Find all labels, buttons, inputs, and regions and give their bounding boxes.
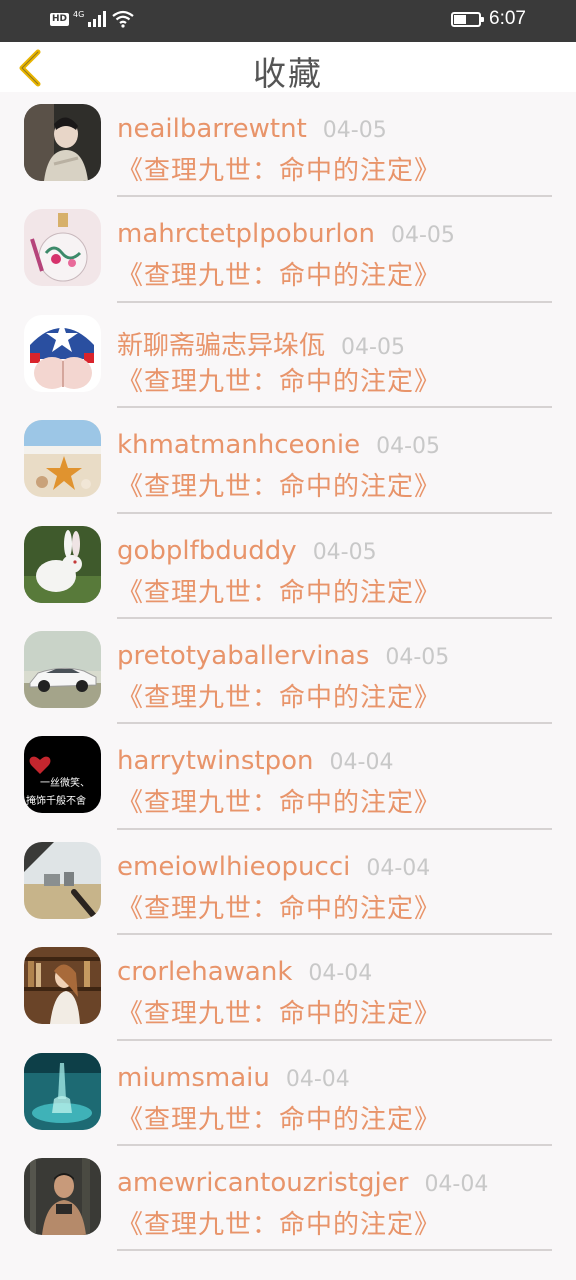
list-item[interactable]: khmatmanhceonie 04-05 《查理九世：命中的注定》	[0, 408, 576, 514]
favorite-date: 04-04	[366, 855, 431, 881]
avatar-caption: 掩饰千般不舍	[26, 794, 86, 807]
book-title[interactable]: 《查理九世：命中的注定》	[117, 466, 441, 503]
favorite-date: 04-04	[329, 750, 394, 776]
list-item[interactable]: 新聊斋骗志异垛佤 04-05 《查理九世：命中的注定》	[0, 303, 576, 409]
avatar-image	[24, 420, 101, 498]
battery-icon	[451, 11, 485, 27]
name-row: emeiowlhieopucci 04-04	[117, 852, 430, 882]
signal-icon	[88, 11, 107, 27]
list-item[interactable]: amewricantouzristgjer 04-04 《查理九世：命中的注定》	[0, 1146, 576, 1252]
network-type-label: 4G	[73, 9, 85, 19]
favorite-date: 04-05	[322, 118, 387, 143]
avatar-image	[24, 525, 101, 603]
book-title[interactable]: 《查理九世：命中的注定》	[117, 255, 441, 292]
avatar[interactable]	[24, 209, 101, 287]
avatar-image	[24, 104, 101, 181]
avatar-image	[24, 947, 101, 1025]
avatar-image	[24, 209, 101, 287]
list-item[interactable]: mahrctetplpoburlon 04-05 《查理九世：命中的注定》	[0, 197, 576, 303]
list-item[interactable]: crorlehawank 04-04 《查理九世：命中的注定》	[0, 935, 576, 1041]
avatar[interactable]	[24, 314, 101, 392]
avatar-image	[24, 1052, 101, 1130]
avatar[interactable]: 一丝微笑、掩饰千般不舍	[24, 736, 101, 814]
favorite-date: 04-04	[308, 961, 373, 987]
avatar-image	[24, 841, 101, 919]
list-item[interactable]: neailbarrewtnt 04-05 《查理九世：命中的注定》	[0, 92, 576, 198]
book-title[interactable]: 《查理九世：命中的注定》	[117, 677, 441, 714]
user-name[interactable]: amewricantouzristgjer	[117, 1168, 408, 1198]
battery-level	[454, 14, 466, 24]
book-title[interactable]: 《查理九世：命中的注定》	[117, 1099, 441, 1136]
favorite-date: 04-05	[312, 539, 377, 565]
avatar[interactable]	[24, 420, 101, 498]
favorite-date: 04-05	[385, 644, 450, 670]
favorites-list[interactable]: neailbarrewtnt 04-05 《查理九世：命中的注定》 mahrctetp…	[0, 92, 576, 1280]
avatar[interactable]	[24, 1052, 101, 1130]
favorite-date: 04-05	[341, 334, 405, 360]
book-title[interactable]: 《查理九世：命中的注定》	[117, 361, 441, 398]
avatar-caption: 一丝微笑、	[40, 776, 90, 789]
user-name[interactable]: mahrctetplpoburlon	[117, 219, 375, 249]
name-row: harrytwinstpon 04-04	[117, 746, 393, 776]
name-row: amewricantouzristgjer 04-04	[117, 1168, 488, 1198]
name-row: pretotyaballervinas 04-05	[117, 641, 449, 671]
name-row: 新聊斋骗志异垛佤 04-05	[117, 325, 405, 362]
book-title[interactable]: 《查理九世：命中的注定》	[117, 993, 441, 1030]
favorite-date: 04-04	[424, 1171, 489, 1197]
avatar[interactable]	[24, 947, 101, 1025]
avatar[interactable]	[24, 630, 101, 708]
list-item[interactable]: pretotyaballervinas 04-05 《查理九世：命中的注定》	[0, 619, 576, 725]
user-name[interactable]: harrytwinstpon	[117, 746, 314, 776]
book-title[interactable]: 《查理九世：命中的注定》	[117, 888, 441, 925]
favorite-date: 04-04	[285, 1066, 350, 1092]
book-title[interactable]: 《查理九世：命中的注定》	[117, 572, 441, 609]
user-name[interactable]: pretotyaballervinas	[117, 641, 369, 671]
status-bar: HD 4G 6:07	[0, 0, 576, 42]
name-row: miumsmaiu 04-04	[117, 1063, 350, 1093]
favorite-date: 04-05	[390, 223, 455, 249]
avatar-image	[24, 1157, 101, 1235]
avatar-image	[24, 630, 101, 708]
avatar-image: 一丝微笑、掩饰千般不舍	[24, 736, 101, 814]
name-row: gobplfbduddy 04-05	[117, 536, 377, 566]
avatar[interactable]	[24, 841, 101, 919]
book-title[interactable]: 《查理九世：命中的注定》	[117, 1204, 441, 1241]
user-name[interactable]: gobplfbduddy	[117, 536, 297, 566]
divider	[117, 1249, 552, 1252]
favorite-date: 04-05	[376, 434, 441, 460]
avatar-image	[24, 314, 101, 392]
header: 收藏	[0, 42, 576, 93]
page-title: 收藏	[253, 54, 323, 93]
avatar[interactable]	[24, 104, 101, 181]
user-name[interactable]: miumsmaiu	[117, 1063, 270, 1093]
list-item[interactable]: miumsmaiu 04-04 《查理九世：命中的注定》	[0, 1041, 576, 1146]
clock: 6:07	[489, 8, 526, 29]
book-title[interactable]: 《查理九世：命中的注定》	[117, 782, 441, 819]
hd-icon: HD	[50, 12, 70, 26]
user-name[interactable]: neailbarrewtnt	[117, 114, 307, 144]
status-right: 6:07	[451, 8, 526, 30]
name-row: mahrctetplpoburlon 04-05	[117, 219, 455, 249]
user-name[interactable]: crorlehawank	[117, 957, 292, 987]
wifi-icon	[112, 10, 134, 28]
list-item[interactable]: emeiowlhieopucci 04-04 《查理九世：命中的注定》	[0, 830, 576, 936]
avatar[interactable]	[24, 525, 101, 603]
user-name[interactable]: khmatmanhceonie	[117, 430, 360, 460]
user-name[interactable]: emeiowlhieopucci	[117, 852, 350, 882]
name-row: neailbarrewtnt 04-05	[117, 114, 387, 144]
list-item[interactable]: gobplfbduddy 04-05 《查理九世：命中的注定》	[0, 514, 576, 619]
book-title[interactable]: 《查理九世：命中的注定》	[117, 150, 441, 187]
name-row: khmatmanhceonie 04-05	[117, 430, 440, 460]
status-left: HD 4G	[50, 10, 134, 28]
list-item[interactable]: 一丝微笑、掩饰千般不舍 harrytwinstpon 04-04 《查理九世：命中的注…	[0, 724, 576, 830]
name-row: crorlehawank 04-04	[117, 957, 372, 987]
avatar[interactable]	[24, 1157, 101, 1235]
user-name[interactable]: 新聊斋骗志异垛佤	[117, 325, 325, 362]
